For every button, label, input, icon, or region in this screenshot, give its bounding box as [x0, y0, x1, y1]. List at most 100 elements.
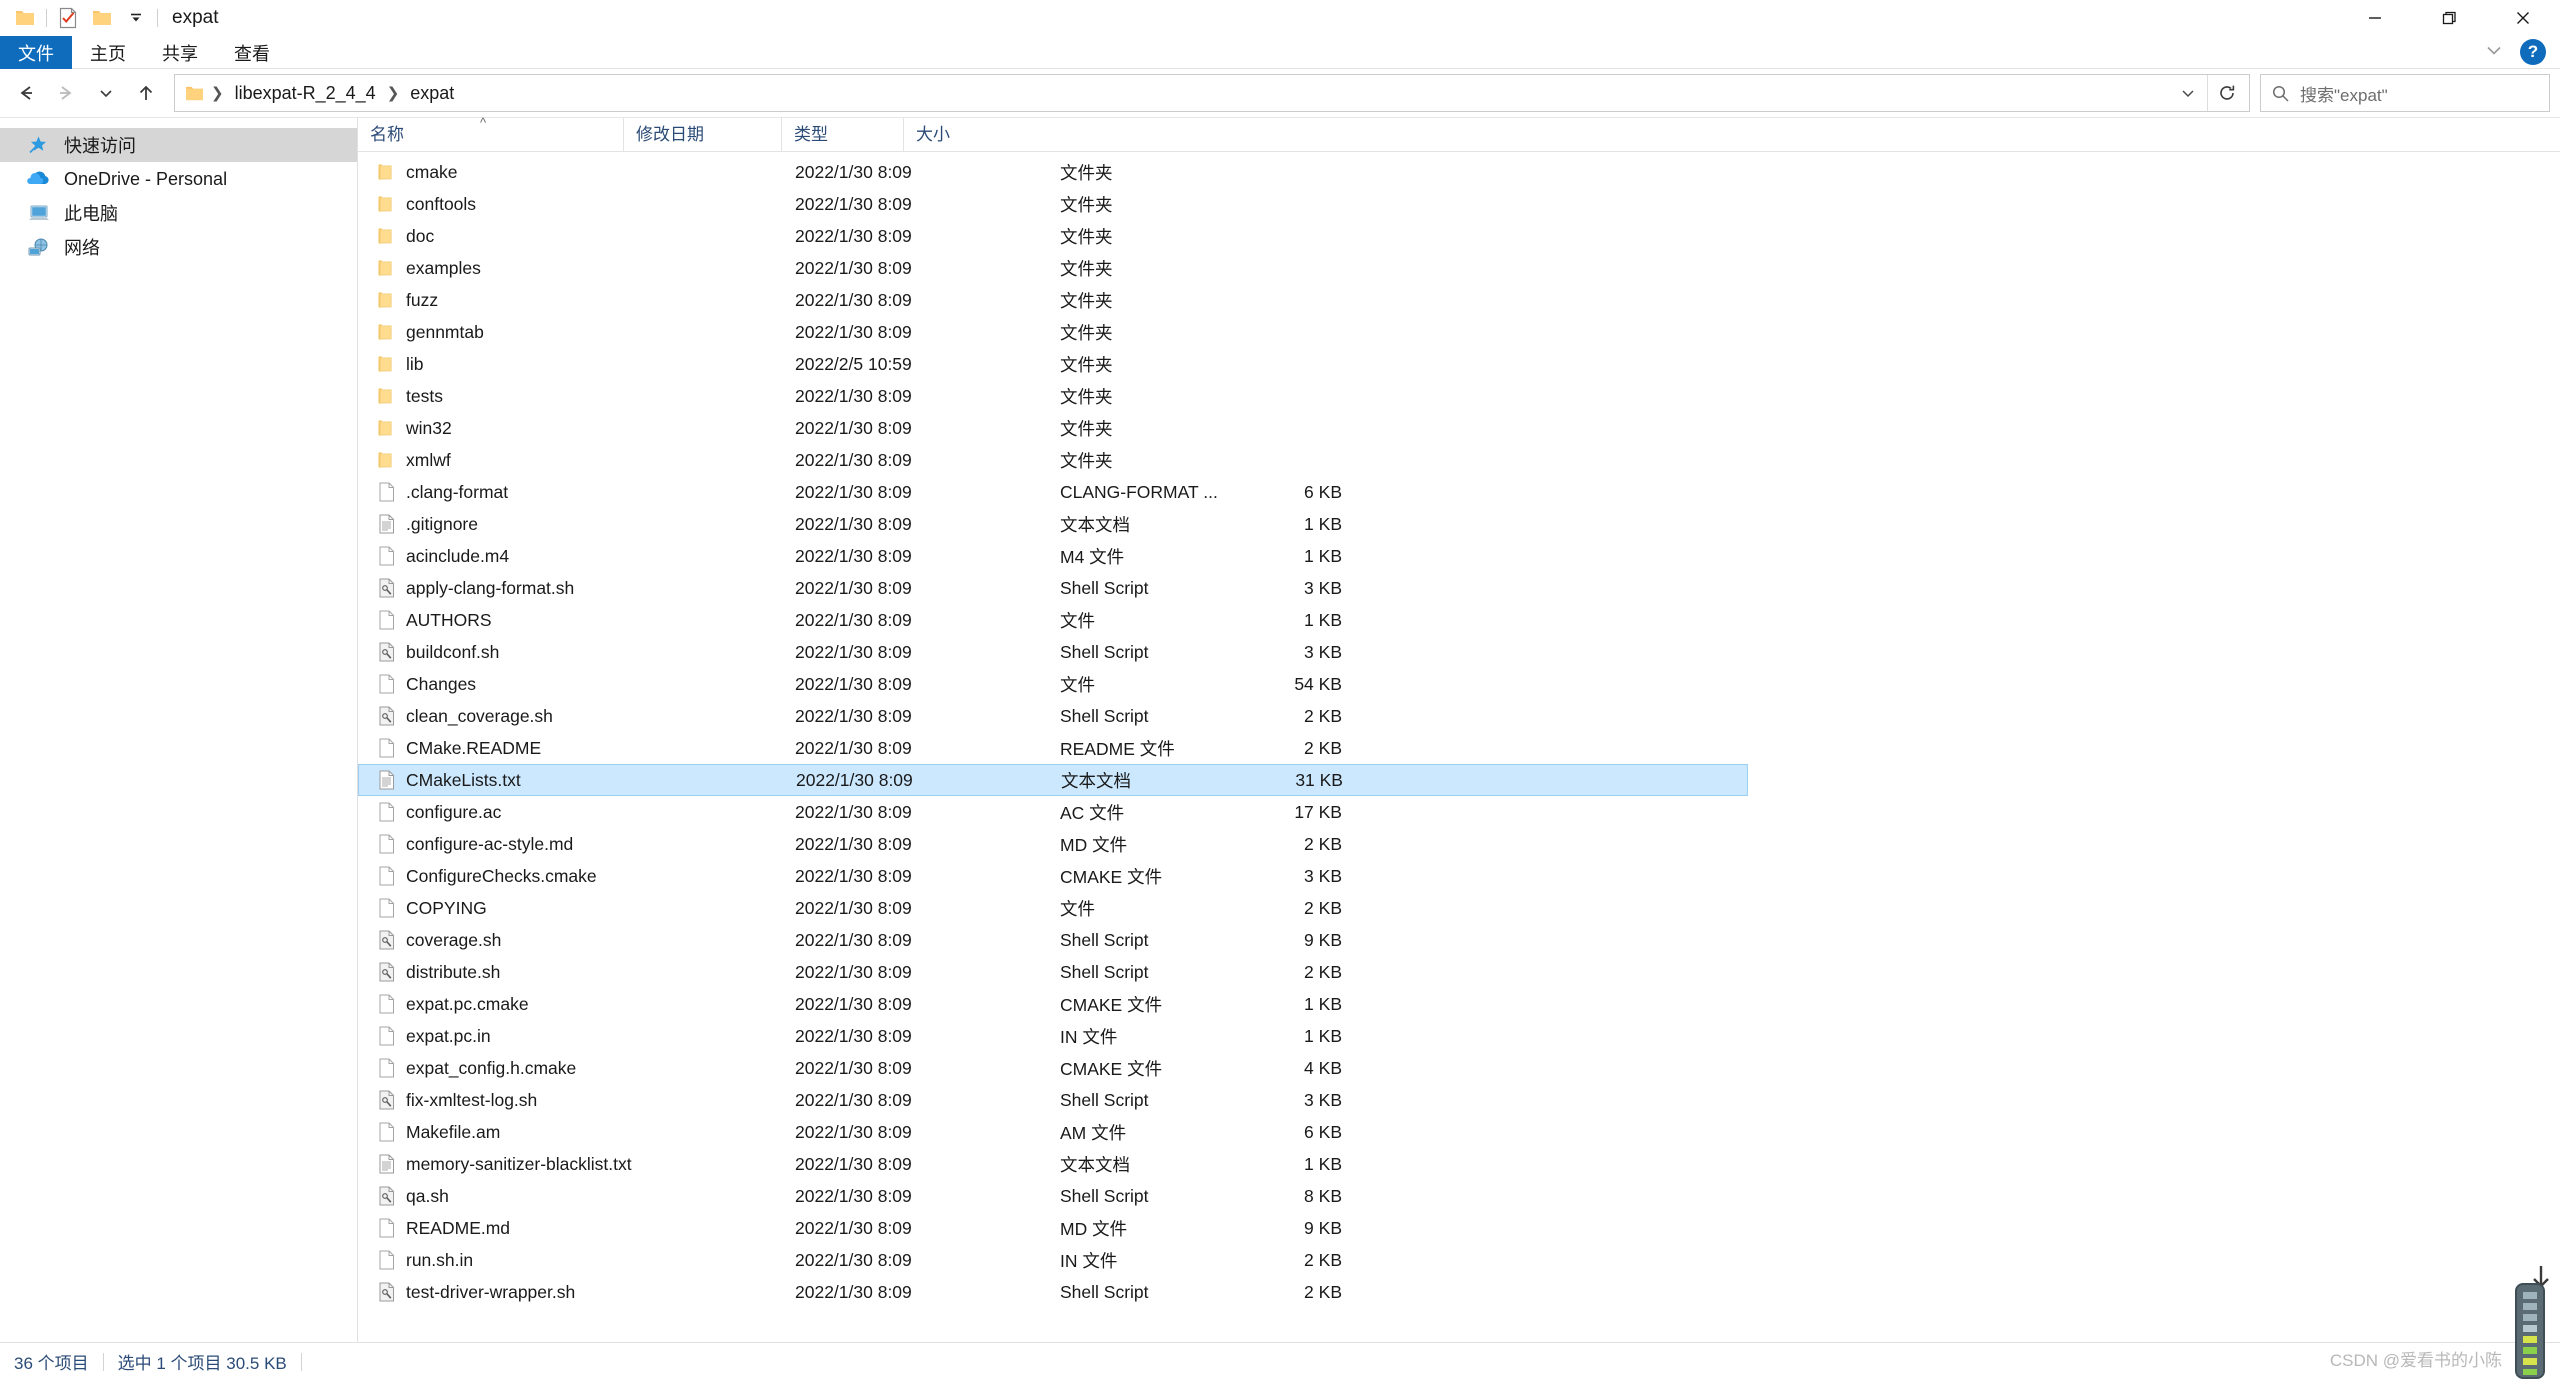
breadcrumb-bar[interactable]: ❯ libexpat-R_2_4_4 ❯ expat	[174, 74, 2250, 112]
maximize-restore-button[interactable]	[2412, 0, 2486, 36]
file-date-cell: 2022/1/30 8:09	[795, 641, 912, 662]
table-row[interactable]: tests 2022/1/30 8:09 文件夹	[358, 380, 1748, 412]
table-row[interactable]: test-driver-wrapper.sh 2022/1/30 8:09 Shel…	[358, 1276, 1748, 1308]
file-size-cell: 3 KB	[1304, 641, 1342, 662]
table-row[interactable]: expat_config.h.cmake 2022/1/30 8:09 CMAKE …	[358, 1052, 1748, 1084]
table-row[interactable]: doc 2022/1/30 8:09 文件夹	[358, 220, 1748, 252]
forward-button[interactable]	[46, 73, 86, 113]
table-row[interactable]: README.md 2022/1/30 8:09 MD 文件 9 KB	[358, 1212, 1748, 1244]
column-header-name[interactable]: 名称 ^	[358, 116, 623, 151]
table-row[interactable]: Makefile.am 2022/1/30 8:09 AM 文件 6 KB	[358, 1116, 1748, 1148]
file-size-cell: 31 KB	[1295, 769, 1343, 790]
file-name-cell: win32	[358, 417, 795, 439]
properties-checklist-icon[interactable]	[51, 1, 85, 35]
table-row[interactable]: expat.pc.cmake 2022/1/30 8:09 CMAKE 文件 1 KB	[358, 988, 1748, 1020]
file-date-cell: 2022/1/30 8:09	[796, 769, 913, 790]
folder-icon	[376, 161, 396, 183]
back-button[interactable]	[6, 73, 46, 113]
new-folder-icon[interactable]	[85, 1, 119, 35]
file-icon	[376, 737, 396, 759]
file-type-cell: AC 文件	[1060, 802, 1125, 823]
file-name-label: .clang-format	[406, 481, 509, 502]
folder-icon	[376, 225, 396, 247]
file-name-label: conftools	[406, 193, 477, 214]
file-size-cell: 6 KB	[1304, 481, 1342, 502]
column-header-size[interactable]: 大小	[903, 117, 986, 151]
tab-file[interactable]: 文件	[0, 36, 72, 69]
onedrive-cloud-icon	[26, 168, 52, 190]
file-name-cell: qa.sh	[358, 1185, 795, 1207]
table-row[interactable]: .gitignore 2022/1/30 8:09 文本文档 1 KB	[358, 508, 1748, 540]
file-name-label: fix-xmltest-log.sh	[406, 1089, 538, 1110]
file-date-cell: 2022/1/30 8:09	[795, 1281, 912, 1302]
file-name-label: .gitignore	[406, 513, 478, 534]
table-row[interactable]: Changes 2022/1/30 8:09 文件 54 KB	[358, 668, 1748, 700]
table-row[interactable]: fix-xmltest-log.sh 2022/1/30 8:09 Shell Sc…	[358, 1084, 1748, 1116]
sidebar-item-network[interactable]: 网络	[0, 230, 357, 264]
table-row[interactable]: fuzz 2022/1/30 8:09 文件夹	[358, 284, 1748, 316]
table-row[interactable]: acinclude.m4 2022/1/30 8:09 M4 文件 1 KB	[358, 540, 1748, 572]
table-row[interactable]: distribute.sh 2022/1/30 8:09 Shell Script 2…	[358, 956, 1748, 988]
breadcrumb-item-current[interactable]: expat	[406, 83, 458, 104]
breadcrumb-separator-icon[interactable]: ❯	[380, 86, 407, 101]
table-row[interactable]: configure-ac-style.md 2022/1/30 8:09 MD 文件…	[358, 828, 1748, 860]
table-row[interactable]: expat.pc.in 2022/1/30 8:09 IN 文件 1 KB	[358, 1020, 1748, 1052]
table-row[interactable]: win32 2022/1/30 8:09 文件夹	[358, 412, 1748, 444]
table-row[interactable]: examples 2022/1/30 8:09 文件夹	[358, 252, 1748, 284]
file-list[interactable]: cmake 2022/1/30 8:09 文件夹 conftools 2022/1/30…	[358, 152, 2560, 1342]
breadcrumb-separator-icon[interactable]: ❯	[204, 86, 231, 101]
file-date-cell: 2022/1/30 8:09	[795, 993, 912, 1014]
sidebar-item-label: 此电脑	[64, 204, 118, 224]
column-header-type[interactable]: 类型	[781, 117, 903, 151]
tab-home[interactable]: 主页	[72, 36, 144, 69]
minimize-button[interactable]	[2338, 0, 2412, 36]
up-button[interactable]	[126, 73, 166, 113]
file-icon	[376, 609, 396, 631]
breadcrumb-history-chevron-icon[interactable]	[2169, 75, 2207, 111]
table-row[interactable]: apply-clang-format.sh 2022/1/30 8:09 Shell…	[358, 572, 1748, 604]
table-row[interactable]: CMakeLists.txt 2022/1/30 8:09 文本文档 31 KB	[358, 764, 1748, 796]
table-row[interactable]: .clang-format 2022/1/30 8:09 CLANG-FORMAT …	[358, 476, 1748, 508]
file-name-label: expat.pc.cmake	[406, 993, 529, 1014]
table-row[interactable]: memory-sanitizer-blacklist.txt 2022/1/30 …	[358, 1148, 1748, 1180]
table-row[interactable]: clean_coverage.sh 2022/1/30 8:09 Shell Scr…	[358, 700, 1748, 732]
file-date-cell: 2022/1/30 8:09	[795, 961, 912, 982]
table-row[interactable]: conftools 2022/1/30 8:09 文件夹	[358, 188, 1748, 220]
file-size-cell: 2 KB	[1304, 1281, 1342, 1302]
file-size-cell: 17 KB	[1294, 801, 1342, 822]
table-row[interactable]: gennmtab 2022/1/30 8:09 文件夹	[358, 316, 1748, 348]
table-row[interactable]: qa.sh 2022/1/30 8:09 Shell Script 8 KB	[358, 1180, 1748, 1212]
recent-locations-chevron-icon[interactable]	[86, 73, 126, 113]
table-row[interactable]: coverage.sh 2022/1/30 8:09 Shell Script 9 K…	[358, 924, 1748, 956]
tab-share[interactable]: 共享	[144, 36, 216, 69]
close-button[interactable]	[2486, 0, 2560, 36]
file-name-label: distribute.sh	[406, 961, 501, 982]
table-row[interactable]: ConfigureChecks.cmake 2022/1/30 8:09 CMAKE…	[358, 860, 1748, 892]
sidebar-item-quick-access[interactable]: 快速访问	[0, 128, 357, 162]
file-size-cell: 3 KB	[1304, 1089, 1342, 1110]
column-header-date-modified[interactable]: 修改日期	[623, 117, 781, 151]
tab-view[interactable]: 查看	[216, 36, 288, 69]
collapse-ribbon-chevron-icon[interactable]	[2482, 42, 2506, 63]
table-row[interactable]: AUTHORS 2022/1/30 8:09 文件 1 KB	[358, 604, 1748, 636]
table-row[interactable]: lib 2022/2/5 10:59 文件夹	[358, 348, 1748, 380]
sidebar-item-onedrive[interactable]: OneDrive - Personal	[0, 162, 357, 196]
file-name-label: test-driver-wrapper.sh	[406, 1281, 576, 1302]
folder-icon[interactable]	[8, 1, 42, 35]
table-row[interactable]: CMake.README 2022/1/30 8:09 README 文件 2 KB	[358, 732, 1748, 764]
table-row[interactable]: COPYING 2022/1/30 8:09 文件 2 KB	[358, 892, 1748, 924]
table-row[interactable]: buildconf.sh 2022/1/30 8:09 Shell Script 3 …	[358, 636, 1748, 668]
refresh-button[interactable]	[2207, 75, 2245, 111]
sidebar-item-this-pc[interactable]: 此电脑	[0, 196, 357, 230]
quick-access-dropdown-icon[interactable]	[119, 1, 153, 35]
help-button[interactable]: ?	[2520, 39, 2546, 65]
table-row[interactable]: xmlwf 2022/1/30 8:09 文件夹	[358, 444, 1748, 476]
breadcrumb-item-root[interactable]: libexpat-R_2_4_4	[231, 83, 380, 104]
search-input[interactable]: 搜索"expat"	[2260, 74, 2550, 112]
table-row[interactable]: run.sh.in 2022/1/30 8:09 IN 文件 2 KB	[358, 1244, 1748, 1276]
watermark-text: CSDN @爱看书的小陈	[2329, 1351, 2502, 1370]
table-row[interactable]: configure.ac 2022/1/30 8:09 AC 文件 17 KB	[358, 796, 1748, 828]
file-type-cell: Shell Script	[1060, 641, 1149, 662]
table-row[interactable]: cmake 2022/1/30 8:09 文件夹	[358, 156, 1748, 188]
file-type-cell: 文件夹	[1060, 450, 1113, 471]
